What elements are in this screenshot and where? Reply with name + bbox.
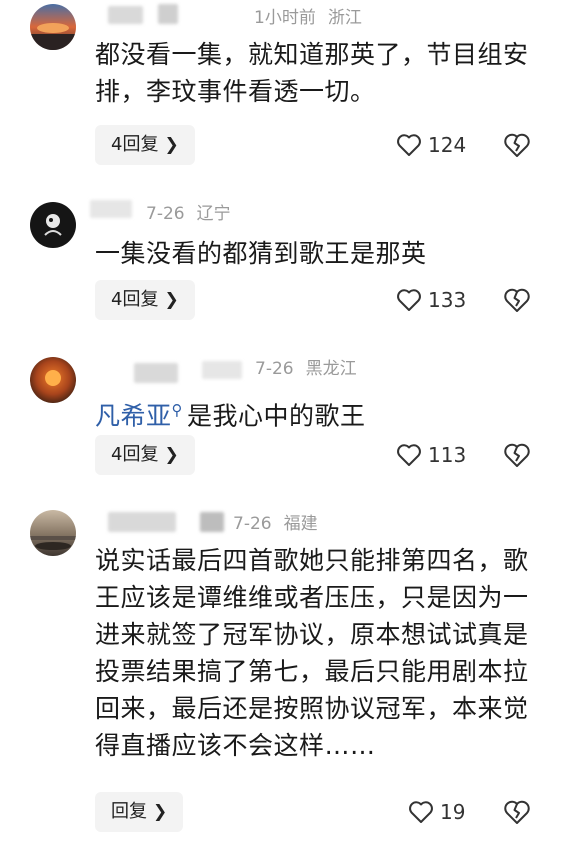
chevron-right-icon: ❯ [153, 802, 168, 822]
heart-outline-icon [409, 801, 433, 823]
username-redacted [108, 512, 176, 532]
reply-button[interactable]: 4回复 ❯ [95, 435, 195, 475]
broken-heart-icon[interactable] [503, 286, 531, 314]
comment-item: 7-26 黑龙江 凡希亚⚲ 是我心中的歌王 4回复 ❯ 113 [0, 345, 561, 495]
comment-location: 辽宁 [196, 204, 231, 224]
reply-label: 4回复 [111, 444, 159, 465]
comment-meta: 7-26 辽宁 [146, 204, 231, 224]
broken-heart-icon[interactable] [503, 131, 531, 159]
heart-outline-icon [397, 444, 421, 466]
reply-button[interactable]: 4回复 ❯ [95, 280, 195, 320]
comment-time: 7-26 [255, 359, 294, 379]
reply-label: 回复 [111, 801, 147, 822]
username-redacted [158, 4, 178, 24]
username-redacted [134, 363, 178, 383]
chevron-right-icon: ❯ [164, 445, 179, 465]
chevron-right-icon: ❯ [164, 290, 179, 310]
comment-time: 7-26 [233, 514, 272, 534]
like-button[interactable]: 124 [396, 130, 466, 160]
chevron-right-icon: ❯ [164, 135, 179, 155]
comment-item: 1小时前 浙江 都没看一集，就知道那英了，节目组安排，李玟事件看透一切。 4回复 ❯… [0, 0, 561, 185]
like-button[interactable]: 133 [396, 285, 466, 315]
comment-location: 浙江 [327, 8, 362, 28]
reply-label: 4回复 [111, 289, 159, 310]
like-button[interactable]: 19 [408, 797, 465, 827]
comment-text: 一集没看的都猜到歌王是那英 [95, 239, 427, 268]
search-icon: ⚲ [171, 401, 184, 419]
avatar[interactable] [30, 510, 76, 556]
username-redacted [108, 6, 143, 24]
username-redacted [200, 512, 224, 532]
comment-item: 7-26 福建 说实话最后四首歌她只能排第四名，歌王应该是谭维维或者压压，只是因为… [0, 500, 561, 864]
reply-button[interactable]: 回复 ❯ [95, 792, 184, 832]
username-redacted [202, 361, 242, 379]
comment-time: 1小时前 [254, 8, 316, 28]
comment-body: 是我心中的歌王 [187, 401, 366, 431]
comment-text: 说实话最后四首歌她只能排第四名，歌王应该是谭维维或者压压，只是因为一进来就签了冠… [95, 546, 529, 760]
like-count: 133 [428, 288, 467, 312]
comment-item: 7-26 辽宁 一集没看的都猜到歌王是那英 4回复 ❯ 133 [0, 190, 561, 340]
reply-button[interactable]: 4回复 ❯ [95, 125, 195, 165]
like-count: 124 [428, 133, 467, 157]
broken-heart-icon[interactable] [503, 441, 531, 469]
reply-label: 4回复 [111, 134, 159, 155]
like-count: 113 [428, 443, 467, 467]
avatar[interactable] [30, 202, 76, 248]
comment-location: 黑龙江 [305, 359, 357, 379]
comment-meta: 7-26 黑龙江 [255, 359, 357, 379]
heart-outline-icon [397, 134, 421, 156]
comment-text: 都没看一集，就知道那英了，节目组安排，李玟事件看透一切。 [95, 40, 529, 106]
like-count: 19 [440, 800, 466, 824]
username-redacted [90, 200, 132, 218]
broken-heart-icon[interactable] [503, 798, 531, 826]
heart-outline-icon [397, 289, 421, 311]
comment-list: 1小时前 浙江 都没看一集，就知道那英了，节目组安排，李玟事件看透一切。 4回复 ❯… [0, 0, 561, 864]
comment-text: 凡希亚⚲ 是我心中的歌王 [95, 392, 545, 434]
avatar[interactable] [30, 357, 76, 403]
comment-time: 7-26 [146, 204, 185, 224]
comment-meta: 7-26 福建 [233, 514, 318, 534]
like-button[interactable]: 113 [396, 440, 466, 470]
avatar[interactable] [30, 4, 76, 50]
user-mention-link[interactable]: 凡希亚 [95, 401, 172, 430]
comment-meta: 1小时前 浙江 [254, 8, 362, 28]
comment-location: 福建 [283, 514, 318, 534]
